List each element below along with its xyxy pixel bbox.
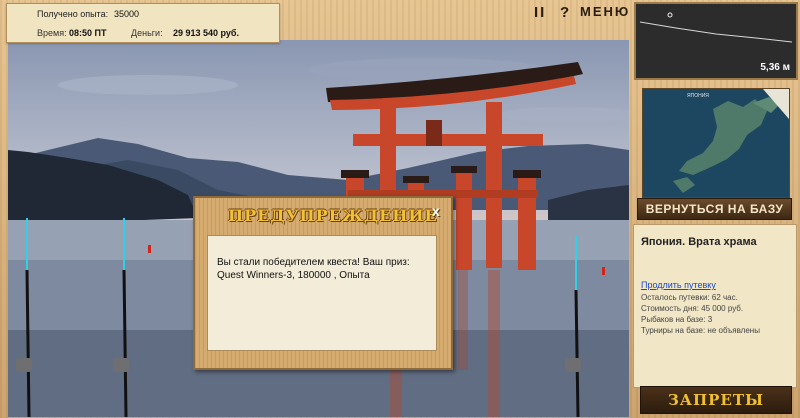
money-label: Деньги: xyxy=(131,28,163,38)
location-name: Япония. Врата храма xyxy=(641,236,757,248)
location-info-panel: Япония. Врата храма Продлить путевку Ост… xyxy=(633,224,797,388)
pause-button[interactable]: II xyxy=(534,4,546,21)
dialog-title: ПРЕДУПРЕЖДЕНИЕ xyxy=(228,206,438,225)
japan-map-icon xyxy=(643,89,789,197)
rod-1[interactable] xyxy=(16,218,32,417)
trip-remaining: Осталось путевки: 62 час. xyxy=(641,293,738,302)
time-label: Время: xyxy=(37,28,67,38)
day-cost: Стоимость дня: 45 000 руб. xyxy=(641,304,744,313)
depth-sounder: 5,36 м xyxy=(634,2,798,80)
menu-button[interactable]: МЕНЮ xyxy=(580,4,630,19)
depth-value: 5,36 м xyxy=(760,62,790,73)
dialog-message: Вы стали победителем квеста! Ваш приз: Q… xyxy=(217,257,410,281)
bans-button[interactable]: ЗАПРЕТЫ xyxy=(640,386,792,414)
help-button[interactable]: ? xyxy=(560,4,571,21)
close-icon[interactable]: x xyxy=(432,203,440,219)
return-to-base-button[interactable]: ВЕРНУТЬСЯ НА БАЗУ xyxy=(637,198,792,220)
money-value: 29 913 540 руб. xyxy=(173,28,239,38)
fishers-count: Рыбаков на базе: 3 xyxy=(641,315,713,324)
location-map[interactable]: ЯПОНИЯ xyxy=(642,88,790,198)
rod-3[interactable] xyxy=(565,236,581,417)
tournaments-status: Турниры на базе: не объявлены xyxy=(641,326,760,335)
time-value: 08:50 ПТ xyxy=(69,28,107,38)
experience-label: Получено опыта: xyxy=(37,9,109,19)
experience-value: 35000 xyxy=(114,9,140,19)
dialog-body: Вы стали победителем квеста! Ваш приз: Q… xyxy=(207,235,437,351)
rod-2[interactable] xyxy=(113,218,129,417)
player-stats-panel: Получено опыта: 35000 Время: 08:50 ПТ Де… xyxy=(6,3,280,43)
map-title: ЯПОНИЯ xyxy=(687,93,709,99)
extend-trip-link[interactable]: Продлить путевку xyxy=(641,280,716,290)
warning-dialog: ПРЕДУПРЕЖДЕНИЕ x Вы стали победителем кв… xyxy=(193,196,453,370)
